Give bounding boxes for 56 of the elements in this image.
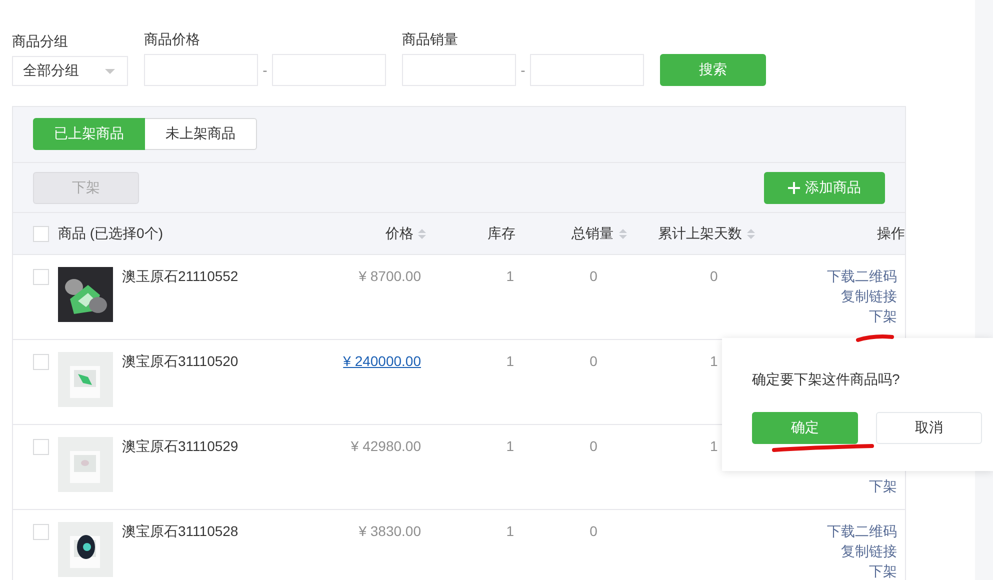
range-separator: - xyxy=(262,62,268,78)
price-text: ¥ 3830.00 xyxy=(358,522,421,540)
checkbox[interactable] xyxy=(33,354,49,370)
product-name: 澳宝原石31110528 xyxy=(122,522,238,540)
column-header: 商品 (已选择0个) xyxy=(58,224,163,242)
table-cell: 1 xyxy=(506,267,514,285)
table-cell: 1 xyxy=(506,522,514,540)
product-name: 澳宝原石31110529 xyxy=(122,437,238,455)
table-cell: 0 xyxy=(590,352,598,370)
tab[interactable]: 未上架商品 xyxy=(145,118,257,150)
checkbox[interactable] xyxy=(33,439,49,455)
table-cell: 1 xyxy=(710,437,718,455)
column-header: 操作 xyxy=(877,224,905,242)
price-text: ¥ 8700.00 xyxy=(358,267,421,285)
checkbox[interactable] xyxy=(33,226,49,242)
table-cell: 0 xyxy=(710,267,718,285)
action-link[interactable]: 下载二维码 xyxy=(827,267,897,285)
sort-icon xyxy=(618,228,627,238)
table-cell: 1 xyxy=(506,352,514,370)
action-link[interactable]: 下架 xyxy=(869,477,897,495)
sort-icon xyxy=(418,228,426,238)
popover-message: 确定要下架这件商品吗? xyxy=(752,370,901,388)
action-link[interactable]: 下架 xyxy=(869,307,897,325)
product-name: 澳宝原石31110520 xyxy=(122,352,238,370)
group-dropdown[interactable]: 全部分组 xyxy=(12,56,128,86)
table-cell: 0 xyxy=(590,522,598,540)
price-link[interactable]: ¥ 240000.00 xyxy=(343,352,421,370)
column-header[interactable]: 总销量 xyxy=(572,224,614,242)
column-header[interactable]: 价格 xyxy=(385,224,414,242)
underline-mark xyxy=(856,334,896,343)
action-link[interactable]: 下架 xyxy=(869,562,897,580)
plus-icon xyxy=(788,182,800,194)
checkbox[interactable] xyxy=(33,269,49,285)
price-text: ¥ 42980.00 xyxy=(350,437,421,455)
table-cell: 0 xyxy=(590,437,598,455)
range-separator: - xyxy=(520,62,526,78)
action-link[interactable]: 复制链接 xyxy=(841,542,897,560)
cancel-button[interactable]: 取消 xyxy=(876,412,982,444)
table-cell: 1 xyxy=(710,352,718,370)
column-header[interactable]: 累计上架天数 xyxy=(658,224,742,242)
checkbox[interactable] xyxy=(33,524,49,540)
input-field[interactable] xyxy=(530,54,644,86)
input-field[interactable] xyxy=(144,54,258,86)
column-header: 库存 xyxy=(487,224,516,242)
caret-icon xyxy=(105,68,115,74)
filter-label: 商品分组 xyxy=(12,32,69,50)
input-field[interactable] xyxy=(402,54,516,86)
action-link[interactable]: 下载二维码 xyxy=(827,522,897,540)
filter-label: 商品价格 xyxy=(144,30,201,48)
table-cell: 0 xyxy=(590,267,598,285)
action-link[interactable]: 复制链接 xyxy=(841,287,897,305)
filter-label: 商品销量 xyxy=(402,30,459,48)
sort-icon xyxy=(746,228,755,238)
input-field[interactable] xyxy=(272,54,386,86)
product-name: 澳玉原石21110552 xyxy=(122,267,238,285)
table-cell: 1 xyxy=(506,437,514,455)
